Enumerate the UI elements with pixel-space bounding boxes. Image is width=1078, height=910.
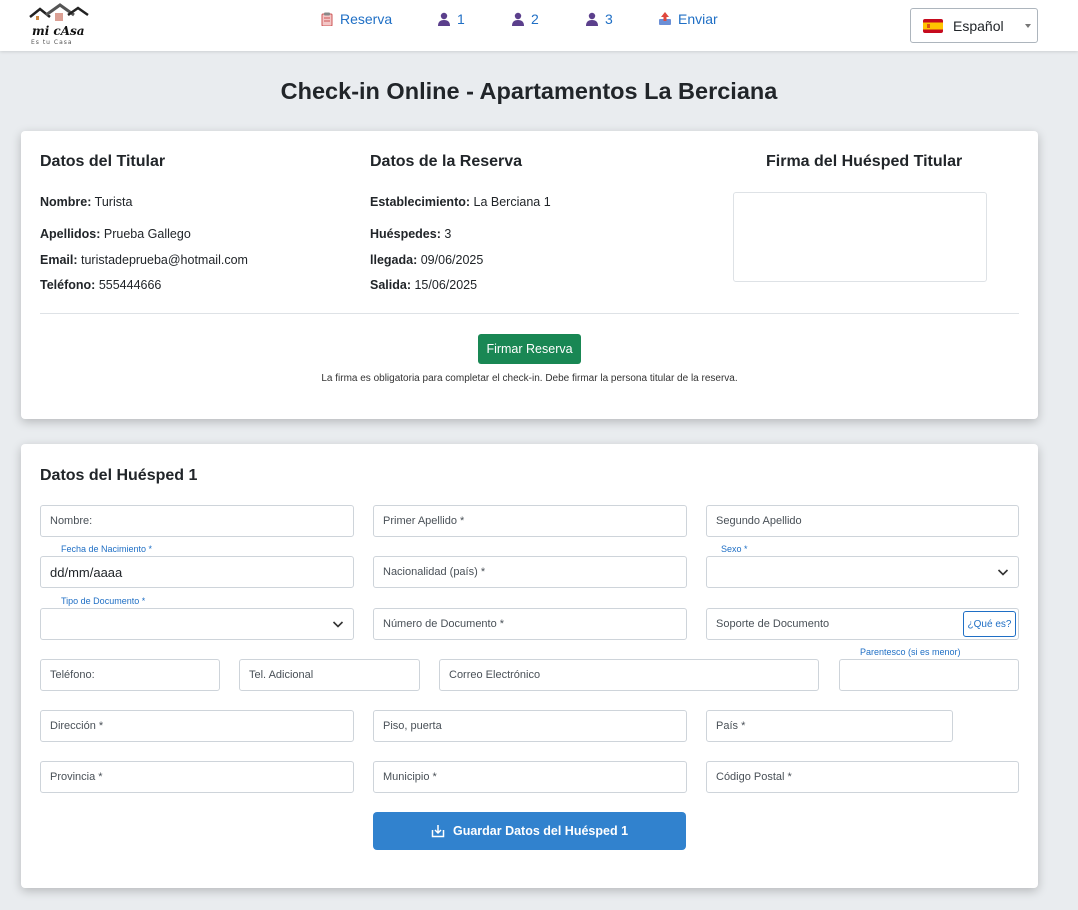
fecha-nacimiento-label: Fecha de Nacimiento * xyxy=(61,544,153,554)
numero-documento-field[interactable]: Número de Documento * xyxy=(373,608,687,640)
soporte-documento-placeholder: Soporte de Documento xyxy=(716,618,830,630)
top-navbar: mi cAsa Es tu Casa Reserva 1 2 3 Enviar … xyxy=(0,0,1078,51)
nombre-field[interactable]: Nombre: xyxy=(40,505,354,537)
correo-field[interactable]: Correo Electrónico xyxy=(439,659,819,691)
nav-link-enviar[interactable]: Enviar xyxy=(658,11,718,27)
holder-apellidos: Apellidos: Prueba Gallego xyxy=(40,227,191,241)
save-guest-button[interactable]: Guardar Datos del Huésped 1 xyxy=(373,812,686,850)
chevron-down-icon xyxy=(332,621,344,628)
user-icon xyxy=(438,12,450,26)
holder-section-title: Datos del Titular xyxy=(40,153,166,170)
parentesco-field[interactable] xyxy=(839,659,1019,691)
caret-down-icon xyxy=(1025,24,1031,28)
holder-email: Email: turistadeprueba@hotmail.com xyxy=(40,253,248,267)
reservation-summary-card: Datos del Titular Nombre: Turista Apelli… xyxy=(21,131,1038,419)
reservation-llegada: llegada: 09/06/2025 xyxy=(370,253,484,267)
segundo-apellido-field[interactable]: Segundo Apellido xyxy=(706,505,1019,537)
tipo-documento-label: Tipo de Documento * xyxy=(61,596,146,606)
nav-link-guest-3[interactable]: 3 xyxy=(585,11,613,27)
codigo-postal-field[interactable]: Código Postal * xyxy=(706,761,1019,793)
provincia-field[interactable]: Provincia * xyxy=(40,761,354,793)
logo-text: mi cAsa xyxy=(32,24,85,38)
sign-reservation-button[interactable]: Firmar Reserva xyxy=(478,334,581,364)
sexo-select[interactable] xyxy=(706,556,1019,588)
tipo-documento-select[interactable] xyxy=(40,608,354,640)
piso-puerta-field[interactable]: Piso, puerta xyxy=(373,710,687,742)
user-icon xyxy=(512,12,524,26)
reservation-establecimiento: Establecimiento: La Berciana 1 xyxy=(370,195,551,209)
tel-adicional-field[interactable]: Tel. Adicional xyxy=(239,659,420,691)
send-icon xyxy=(659,12,671,25)
nav-link-label: 2 xyxy=(531,11,539,27)
download-icon xyxy=(431,825,445,838)
pais-field[interactable]: País * xyxy=(706,710,953,742)
signature-pad[interactable] xyxy=(733,192,987,282)
clipboard-icon xyxy=(321,12,333,26)
signature-note: La firma es obligatoria para completar e… xyxy=(321,373,738,384)
spain-flag-icon xyxy=(923,18,943,33)
telefono-field[interactable]: Teléfono: xyxy=(40,659,220,691)
primer-apellido-field[interactable]: Primer Apellido * xyxy=(373,505,687,537)
signature-section-title: Firma del Huésped Titular xyxy=(766,153,963,170)
page-title: Check-in Online - Apartamentos La Bercia… xyxy=(280,78,778,104)
divider xyxy=(40,313,1019,314)
reservation-section-title: Datos de la Reserva xyxy=(370,153,523,170)
reservation-salida: Salida: 15/06/2025 xyxy=(370,278,478,292)
direccion-field[interactable]: Dirección * xyxy=(40,710,354,742)
holder-telefono: Teléfono: 555444666 xyxy=(40,278,162,292)
parentesco-label: Parentesco (si es menor) xyxy=(860,647,961,657)
nav-link-guest-2[interactable]: 2 xyxy=(511,11,539,27)
nav-link-label: 1 xyxy=(457,11,465,27)
language-label: Español xyxy=(953,17,1004,34)
reservation-huespedes: Huéspedes: 3 xyxy=(370,227,452,241)
municipio-field[interactable]: Municipio * xyxy=(373,761,687,793)
soporte-documento-field[interactable]: Soporte de Documento ¿Qué es? xyxy=(706,608,1019,640)
logo-tagline: Es tu Casa xyxy=(31,39,73,46)
holder-nombre: Nombre: Turista xyxy=(40,195,133,209)
brand-logo[interactable]: mi cAsa Es tu Casa xyxy=(28,3,92,47)
language-select[interactable]: Español xyxy=(910,8,1038,43)
nav-link-label: Reserva xyxy=(340,11,393,27)
guest-form-title: Datos del Huésped 1 xyxy=(40,467,198,484)
fecha-nacimiento-field[interactable]: dd/mm/aaaa xyxy=(40,556,354,588)
nacionalidad-field[interactable]: Nacionalidad (país) * xyxy=(373,556,687,588)
guest-form-card: Datos del Huésped 1 Nombre: Primer Apell… xyxy=(21,444,1038,888)
que-es-button[interactable]: ¿Qué es? xyxy=(963,611,1016,637)
user-icon xyxy=(586,12,598,26)
nav-link-guest-1[interactable]: 1 xyxy=(437,11,465,27)
chevron-down-icon xyxy=(997,569,1009,576)
nav-link-reserva[interactable]: Reserva xyxy=(320,11,392,27)
nav-link-label: 3 xyxy=(605,11,613,27)
sexo-label: Sexo * xyxy=(721,544,748,554)
nav-link-label: Enviar xyxy=(678,11,718,27)
save-guest-label: Guardar Datos del Huésped 1 xyxy=(452,824,629,838)
